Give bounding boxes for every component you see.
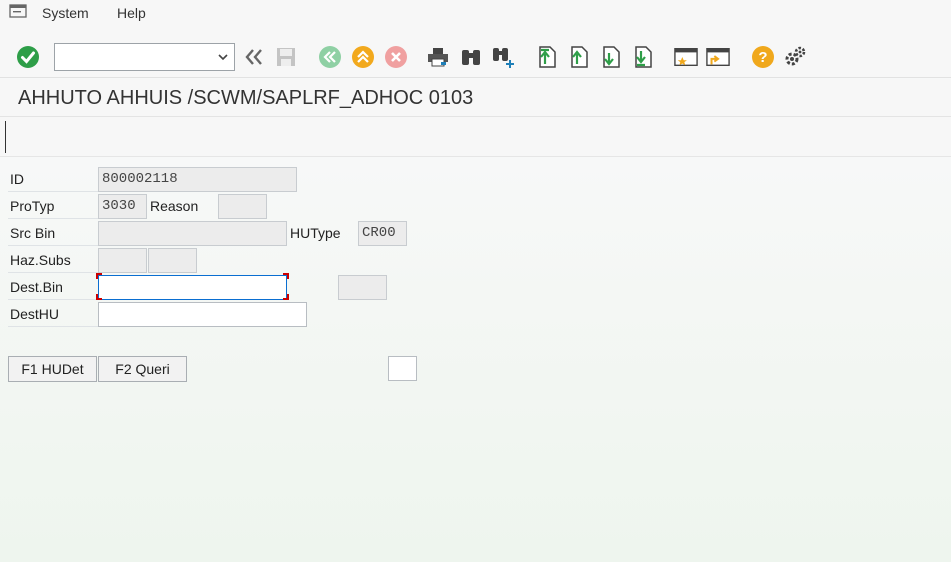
menu-bar: System Help	[0, 0, 951, 28]
cancel-icon[interactable]	[384, 45, 408, 69]
menu-icon[interactable]	[9, 4, 27, 18]
page-title: AHHUTO AHHUIS /SCWM/SAPLRF_ADHOC 0103	[18, 87, 474, 109]
find-icon[interactable]	[459, 45, 483, 69]
first-page-icon[interactable]	[535, 45, 559, 69]
reason-field	[218, 194, 267, 219]
dest-bin-extra-field	[338, 275, 387, 300]
application-toolbar	[0, 117, 951, 157]
id-field: 800002118	[98, 167, 297, 192]
help-icon[interactable]: ?	[751, 45, 775, 69]
command-field[interactable]	[54, 43, 235, 71]
focus-corner	[96, 273, 102, 279]
title-bar: AHHUTO AHHUIS /SCWM/SAPLRF_ADHOC 0103	[0, 79, 951, 117]
hutype-label: HUType	[290, 225, 341, 241]
shortcut-icon[interactable]	[706, 45, 730, 69]
save-icon[interactable]	[274, 45, 298, 69]
dest-hu-input[interactable]	[98, 302, 307, 327]
enter-checkmark-icon[interactable]	[16, 45, 40, 69]
focus-corner	[96, 294, 102, 300]
exit-icon[interactable]	[351, 45, 375, 69]
focus-corner	[283, 273, 289, 279]
haz-subs-label: Haz.Subs	[8, 248, 98, 273]
haz-subs-field-1	[98, 248, 147, 273]
src-bin-field	[98, 221, 287, 246]
last-page-icon[interactable]	[631, 45, 655, 69]
f2-queri-button[interactable]: F2 Queri	[98, 356, 187, 382]
menu-system[interactable]: System	[42, 5, 89, 21]
text-cursor	[5, 121, 6, 153]
protyp-label: ProTyp	[8, 194, 98, 219]
customize-layout-icon[interactable]	[783, 45, 807, 69]
src-bin-label: Src Bin	[8, 221, 98, 246]
svg-text:?: ?	[758, 49, 767, 66]
hutype-field: CR00	[358, 221, 407, 246]
back-double-arrow-icon[interactable]	[242, 45, 266, 69]
menu-help[interactable]: Help	[117, 5, 146, 21]
dest-bin-label: Dest.Bin	[8, 275, 98, 300]
haz-subs-field-2	[148, 248, 197, 273]
back-icon[interactable]	[318, 45, 342, 69]
find-next-icon[interactable]	[491, 45, 515, 69]
reason-label: Reason	[150, 198, 199, 214]
empty-checkbox-field[interactable]	[388, 356, 417, 381]
next-page-icon[interactable]	[599, 45, 623, 69]
focus-corner	[283, 294, 289, 300]
create-session-icon[interactable]	[674, 45, 698, 69]
command-input[interactable]	[55, 44, 210, 70]
toolbar: ?	[0, 28, 951, 78]
f1-hudet-button[interactable]: F1 HUDet	[8, 356, 97, 382]
previous-page-icon[interactable]	[567, 45, 591, 69]
id-label: ID	[8, 167, 98, 192]
print-icon[interactable]	[426, 45, 450, 69]
protyp-field: 3030	[98, 194, 147, 219]
chevron-down-icon[interactable]	[216, 50, 230, 64]
dest-hu-label: DestHU	[8, 302, 98, 327]
dest-bin-input[interactable]	[98, 275, 287, 300]
